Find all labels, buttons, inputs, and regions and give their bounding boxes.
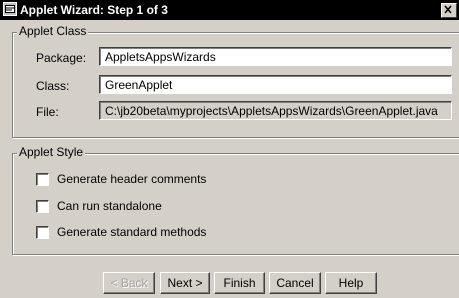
finish-button[interactable]: Finish [214, 272, 265, 294]
applet-class-legend: Applet Class [17, 24, 89, 38]
can-run-standalone-option[interactable]: Can run standalone [36, 198, 162, 214]
next-button[interactable]: Next > [160, 272, 210, 294]
can-run-standalone-checkbox[interactable] [36, 199, 49, 213]
title-bar[interactable]: Applet Wizard: Step 1 of 3 [0, 0, 459, 20]
applet-wizard-icon [3, 2, 17, 16]
can-run-standalone-label: Can run standalone [57, 199, 162, 213]
file-path-field: C:\jb20beta\myprojects\AppletsAppsWizard… [99, 101, 452, 120]
generate-header-comments-label: Generate header comments [57, 172, 207, 186]
generate-standard-methods-label: Generate standard methods [57, 225, 207, 239]
back-button[interactable]: < Back [103, 272, 155, 294]
generate-header-comments-checkbox[interactable] [36, 172, 49, 186]
class-label: Class: [36, 79, 70, 93]
package-field[interactable]: AppletsAppsWizards [99, 47, 452, 66]
close-icon[interactable] [441, 3, 457, 18]
class-field[interactable]: GreenApplet [99, 75, 452, 94]
generate-standard-methods-checkbox[interactable] [36, 225, 49, 239]
file-label: File: [36, 105, 59, 119]
generate-standard-methods-option[interactable]: Generate standard methods [36, 224, 206, 240]
generate-header-comments-option[interactable]: Generate header comments [36, 171, 206, 187]
window-title: Applet Wizard: Step 1 of 3 [20, 3, 168, 17]
applet-style-legend: Applet Style [17, 145, 86, 159]
cancel-button[interactable]: Cancel [269, 272, 321, 294]
package-label: Package: [36, 51, 87, 65]
help-button[interactable]: Help [325, 272, 377, 294]
applet-wizard-dialog: Applet Wizard: Step 1 of 3 Applet Class … [0, 0, 459, 298]
